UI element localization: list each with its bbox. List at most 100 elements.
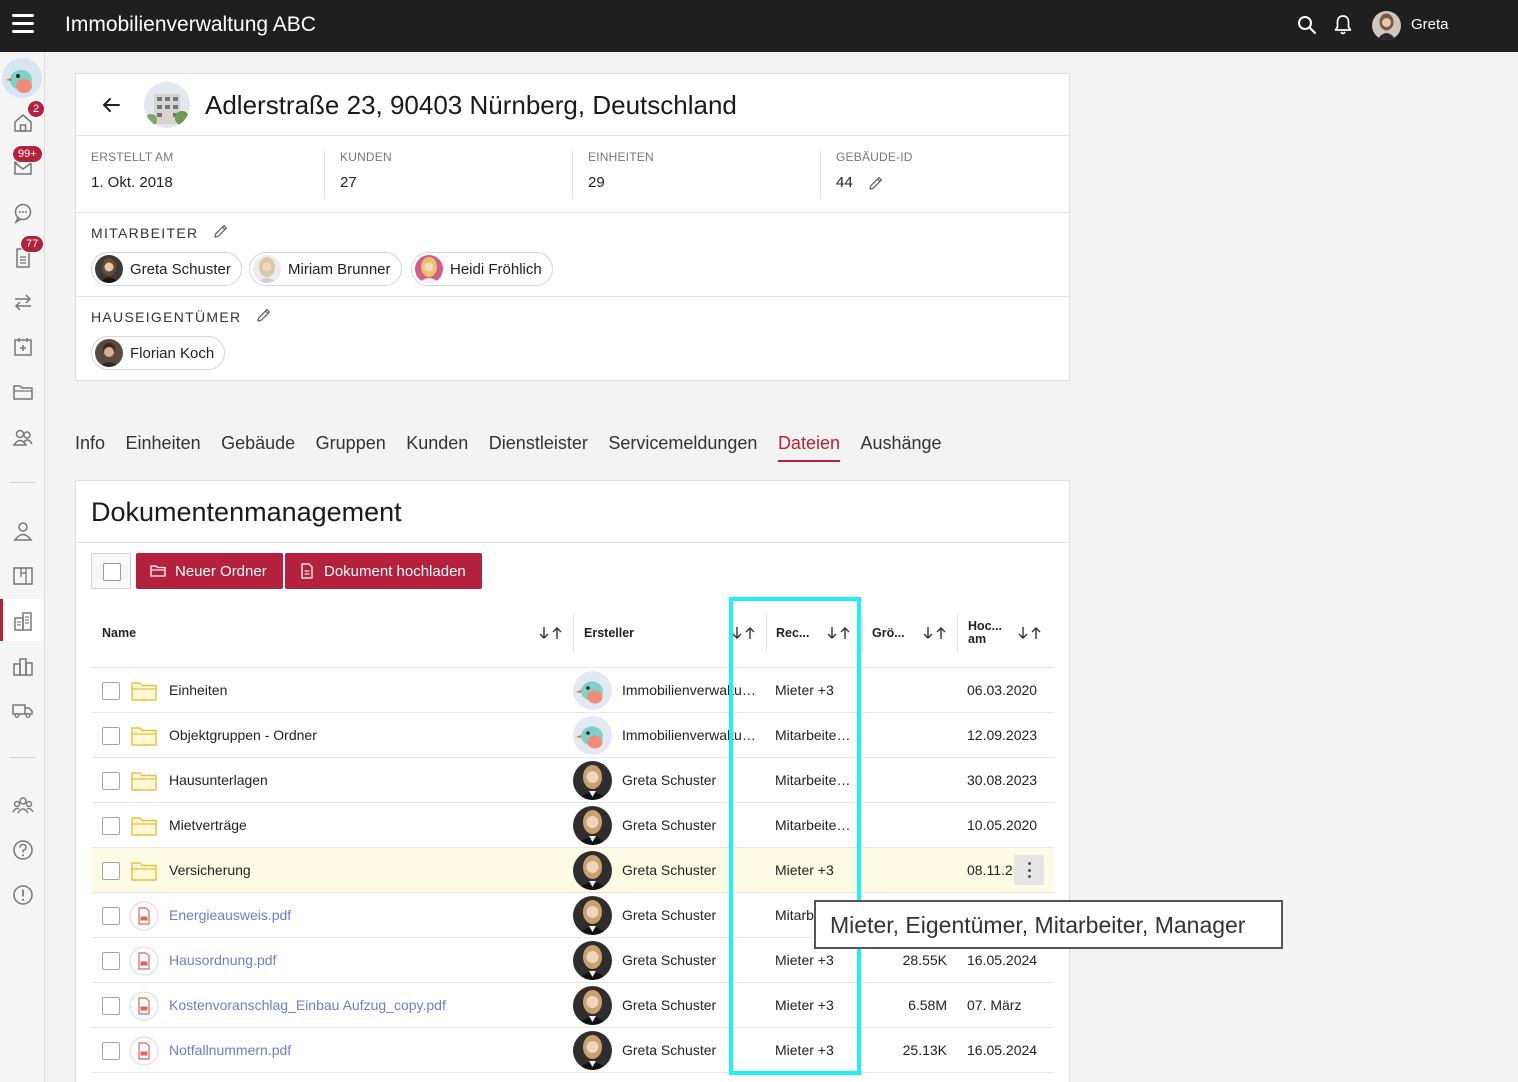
row-checkbox[interactable] bbox=[102, 772, 120, 790]
row-name[interactable]: Mietverträge bbox=[169, 817, 247, 833]
row-name[interactable]: Hausordnung.pdf bbox=[169, 952, 276, 968]
chat-icon[interactable] bbox=[12, 202, 34, 224]
table-row[interactable]: Einheiten Immobilienverwaltung ABC Mieter … bbox=[92, 668, 1054, 713]
row-name[interactable]: Kostenvoranschlag_Einbau Aufzug_copy.pdf bbox=[169, 997, 446, 1013]
folder-icon[interactable] bbox=[12, 381, 34, 403]
tab-customers[interactable]: Kunden bbox=[406, 433, 468, 461]
row-date: 16.05.2024 bbox=[967, 1042, 1038, 1058]
row-rights[interactable]: Mieter +3 bbox=[775, 682, 851, 698]
community-icon[interactable] bbox=[12, 794, 34, 816]
documents-badge: 77 bbox=[20, 235, 45, 253]
table-row[interactable]: Notfallnummern.pdf Greta Schuster Mieter +… bbox=[92, 1028, 1054, 1073]
staff-chip[interactable]: Greta Schuster bbox=[91, 252, 242, 286]
document-icon bbox=[301, 563, 313, 579]
row-rights[interactable]: Mitarbeiter +3 bbox=[775, 727, 851, 743]
transfer-icon[interactable] bbox=[12, 291, 34, 313]
row-checkbox[interactable] bbox=[102, 1042, 120, 1060]
info-icon[interactable] bbox=[12, 884, 34, 906]
calendar-icon[interactable] bbox=[12, 336, 34, 358]
tab-notices[interactable]: Aushänge bbox=[860, 433, 941, 461]
sort-icon[interactable] bbox=[1016, 625, 1044, 641]
row-checkbox[interactable] bbox=[102, 817, 120, 835]
table-row[interactable]: Objektgruppen - Ordner Immobilienverwaltu… bbox=[92, 713, 1054, 758]
creator-avatar bbox=[573, 851, 612, 890]
back-arrow-icon[interactable] bbox=[100, 94, 122, 116]
row-name[interactable]: Einheiten bbox=[169, 682, 227, 698]
sort-icon[interactable] bbox=[730, 625, 758, 641]
chip-name: Miriam Brunner bbox=[288, 260, 391, 278]
table-row[interactable]: Mietverträge Greta Schuster Mitarbeiter +3… bbox=[92, 803, 1054, 848]
column-header-uploaded[interactable]: Hoc... am bbox=[968, 599, 1002, 667]
row-name[interactable]: Versicherung bbox=[169, 862, 251, 878]
user-avatar[interactable] bbox=[1372, 11, 1401, 40]
stat-building-id: GEBÄUDE-ID 44 bbox=[836, 150, 913, 192]
staff-chip[interactable]: Miriam Brunner bbox=[249, 252, 402, 286]
row-checkbox[interactable] bbox=[102, 682, 120, 700]
upload-document-button[interactable]: Dokument hochladen bbox=[285, 553, 482, 589]
sort-icon[interactable] bbox=[921, 625, 949, 641]
row-rights[interactable]: Mitarbeiter +3 bbox=[775, 817, 851, 833]
divider bbox=[76, 296, 1069, 297]
row-checkbox[interactable] bbox=[102, 907, 120, 925]
table-row[interactable]: Hausunterlagen Greta Schuster Mitarbeiter … bbox=[92, 758, 1054, 803]
people-icon[interactable] bbox=[12, 426, 34, 448]
tab-units[interactable]: Einheiten bbox=[126, 433, 201, 461]
column-header-name[interactable]: Name bbox=[102, 599, 136, 667]
more-options-icon[interactable] bbox=[1014, 855, 1044, 885]
folder-icon bbox=[129, 811, 159, 841]
row-rights[interactable]: Mieter +3 bbox=[775, 1042, 851, 1058]
sort-icon[interactable] bbox=[537, 625, 565, 641]
row-rights[interactable]: Mieter +3 bbox=[775, 862, 851, 878]
chip-name: Greta Schuster bbox=[130, 260, 231, 278]
app-logo[interactable] bbox=[2, 58, 42, 98]
tab-service-providers[interactable]: Dienstleister bbox=[489, 433, 588, 461]
tab-service-reports[interactable]: Servicemeldungen bbox=[608, 433, 757, 461]
owner-chip[interactable]: Florian Koch bbox=[91, 336, 226, 370]
column-separator bbox=[957, 614, 958, 652]
row-rights[interactable]: Mieter +3 bbox=[775, 997, 851, 1013]
row-checkbox[interactable] bbox=[102, 997, 120, 1015]
table-row[interactable]: Kostenvoranschlag_Einbau Aufzug_copy.pdf… bbox=[92, 983, 1054, 1028]
column-header-size[interactable]: Grö... bbox=[872, 599, 905, 667]
person-icon[interactable] bbox=[12, 520, 34, 542]
edit-staff-icon[interactable] bbox=[212, 223, 229, 240]
row-creator: Greta Schuster bbox=[622, 1042, 717, 1058]
row-name[interactable]: Hausunterlagen bbox=[169, 772, 268, 788]
row-date: 07. März bbox=[967, 997, 1022, 1013]
row-checkbox[interactable] bbox=[102, 727, 120, 745]
row-rights[interactable]: Mitarbeiter +3 bbox=[775, 772, 851, 788]
help-icon[interactable] bbox=[12, 839, 34, 861]
creator-avatar bbox=[573, 716, 612, 755]
table-row[interactable]: Versicherung Greta Schuster Mieter +3 08.11… bbox=[92, 848, 1054, 893]
building-icon[interactable] bbox=[12, 610, 34, 632]
sort-icon[interactable] bbox=[825, 625, 853, 641]
select-all-checkbox[interactable] bbox=[91, 553, 131, 589]
sidebar-divider bbox=[10, 757, 35, 758]
row-rights[interactable]: Mieter +3 bbox=[775, 952, 851, 968]
column-header-rights[interactable]: Rec... bbox=[776, 599, 809, 667]
edit-id-icon[interactable] bbox=[867, 175, 884, 192]
column-header-creator[interactable]: Ersteller bbox=[584, 599, 634, 667]
staff-chip[interactable]: Heidi Fröhlich bbox=[411, 252, 553, 286]
buildings-icon[interactable] bbox=[12, 655, 34, 677]
floorplan-icon[interactable] bbox=[12, 565, 34, 587]
truck-icon[interactable] bbox=[12, 699, 34, 721]
menu-icon[interactable] bbox=[12, 14, 34, 34]
row-name[interactable]: Objektgruppen - Ordner bbox=[169, 727, 317, 743]
panel-title: Dokumentenmanagement bbox=[91, 497, 402, 527]
tab-buildings[interactable]: Gebäude bbox=[221, 433, 295, 461]
tab-groups[interactable]: Gruppen bbox=[316, 433, 386, 461]
user-name[interactable]: Greta bbox=[1411, 16, 1449, 33]
row-name[interactable]: Energieausweis.pdf bbox=[169, 907, 291, 923]
search-icon[interactable] bbox=[1297, 15, 1317, 35]
row-date: 16.05.2024 bbox=[967, 952, 1038, 968]
tab-files[interactable]: Dateien bbox=[777, 433, 841, 462]
bell-icon[interactable] bbox=[1333, 14, 1353, 36]
edit-owners-icon[interactable] bbox=[255, 307, 272, 324]
row-checkbox[interactable] bbox=[102, 952, 120, 970]
row-name[interactable]: Notfallnummern.pdf bbox=[169, 1042, 291, 1058]
new-folder-button[interactable]: Neuer Ordner bbox=[136, 553, 283, 589]
tab-info[interactable]: Info bbox=[75, 433, 105, 461]
row-checkbox[interactable] bbox=[102, 862, 120, 880]
creator-avatar bbox=[573, 761, 612, 800]
